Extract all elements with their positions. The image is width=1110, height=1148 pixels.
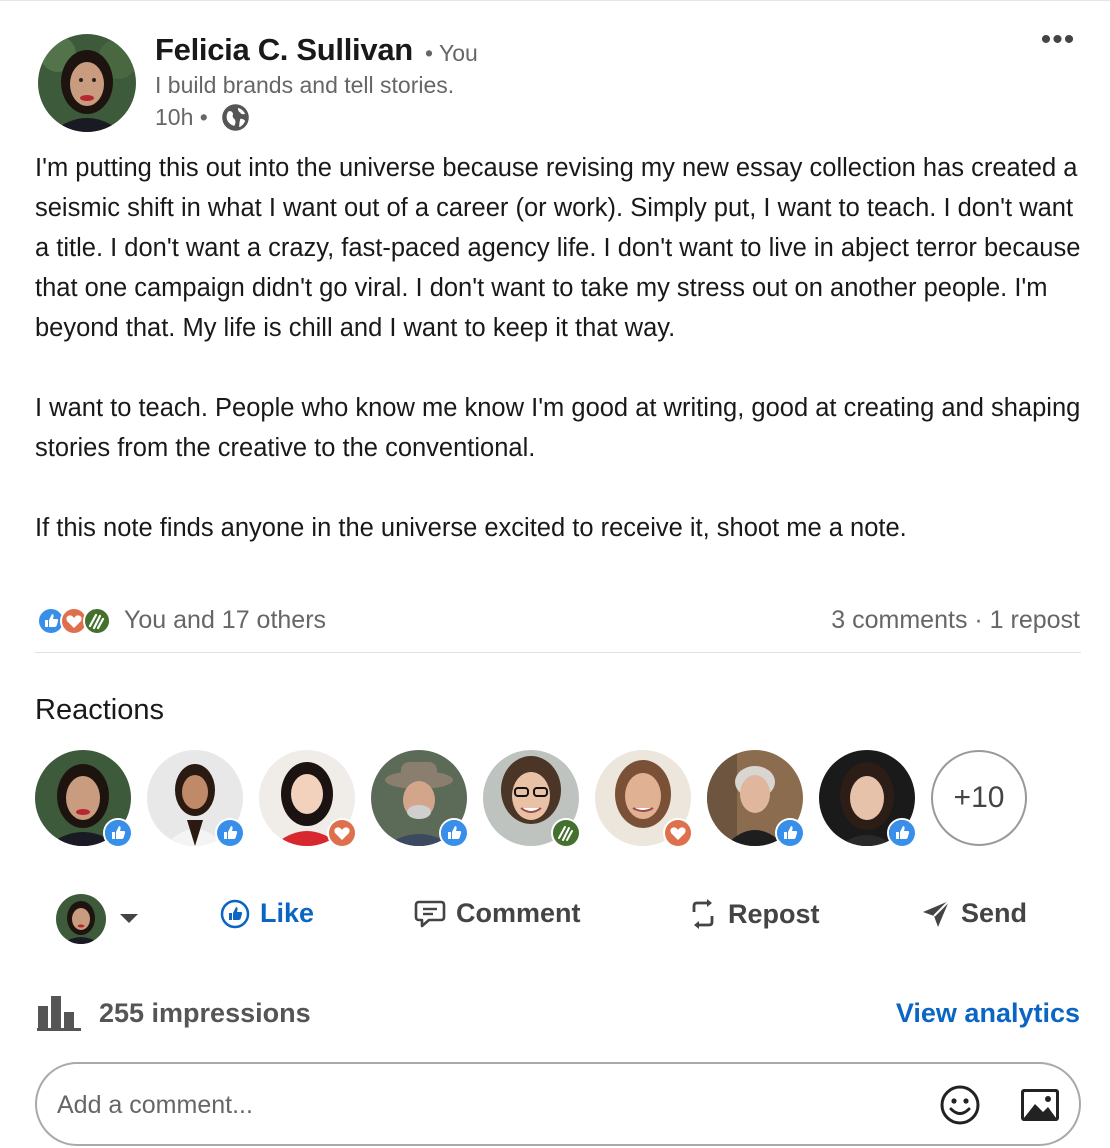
post-paragraph: If this note finds anyone in the univers…: [35, 514, 907, 542]
like-button[interactable]: Like: [220, 898, 314, 929]
reactor-avatar[interactable]: [371, 750, 469, 848]
action-bar: Like Comment Repost Send: [0, 880, 1110, 956]
reactor-avatar[interactable]: [707, 750, 805, 848]
actor-avatar[interactable]: [56, 894, 106, 944]
reactor-avatar[interactable]: [483, 750, 581, 848]
comment-icon: [414, 899, 446, 929]
comment-button[interactable]: Comment: [414, 898, 581, 929]
reactor-avatar[interactable]: [259, 750, 357, 848]
author-name[interactable]: Felicia C. Sullivan: [155, 32, 413, 68]
comment-box: [35, 1062, 1081, 1146]
like-icon: [215, 818, 245, 848]
love-icon: [663, 818, 693, 848]
divider: [35, 652, 1081, 653]
reactor-avatar[interactable]: [819, 750, 917, 848]
post-paragraph: I'm putting this out into the universe b…: [35, 154, 1081, 342]
reactor-avatar[interactable]: [147, 750, 245, 848]
reaction-icons[interactable]: [36, 606, 116, 636]
send-button[interactable]: Send: [921, 898, 1027, 929]
like-icon: [220, 899, 250, 929]
emoji-icon[interactable]: [939, 1084, 981, 1126]
send-icon: [921, 899, 951, 929]
send-label: Send: [961, 898, 1028, 928]
post-time: 10h •: [155, 104, 208, 130]
author-avatar[interactable]: [38, 34, 136, 132]
reactions-summary[interactable]: You and 17 others: [124, 606, 326, 635]
reactors-list: +10: [35, 750, 1035, 850]
impressions-count: 255 impressions: [99, 998, 311, 1028]
comments-summary[interactable]: 3 comments · 1 repost: [831, 606, 1080, 635]
like-icon: [103, 818, 133, 848]
top-divider: [0, 0, 1110, 4]
post-body: I'm putting this out into the universe b…: [35, 148, 1085, 548]
repost-icon: [688, 898, 718, 930]
bar-chart-icon: [37, 994, 81, 1032]
like-icon: [775, 818, 805, 848]
post-card: Felicia C. Sullivan • You I build brands…: [0, 0, 1110, 1148]
comment-input[interactable]: [57, 1086, 857, 1124]
comment-label: Comment: [456, 898, 581, 928]
like-label: Like: [260, 898, 315, 928]
like-icon: [887, 818, 917, 848]
image-icon[interactable]: [1019, 1086, 1061, 1124]
love-icon: [327, 818, 357, 848]
reactor-avatar[interactable]: [35, 750, 133, 848]
more-reactors-button[interactable]: +10: [931, 750, 1027, 846]
chevron-down-icon[interactable]: [118, 908, 140, 928]
post-paragraph: I want to teach. People who know me know…: [35, 394, 1081, 462]
celebrate-icon: [551, 818, 581, 848]
more-options-icon[interactable]: •••: [1038, 25, 1078, 60]
author-headline: I build brands and tell stories.: [155, 72, 455, 98]
author-relation: • You: [425, 40, 478, 66]
globe-icon: [221, 103, 250, 132]
reactions-title: Reactions: [35, 694, 164, 726]
view-analytics-link[interactable]: View analytics: [896, 998, 1080, 1029]
repost-button[interactable]: Repost: [688, 898, 820, 930]
reactor-avatar[interactable]: [595, 750, 693, 848]
repost-label: Repost: [728, 898, 820, 929]
like-icon: [439, 818, 469, 848]
